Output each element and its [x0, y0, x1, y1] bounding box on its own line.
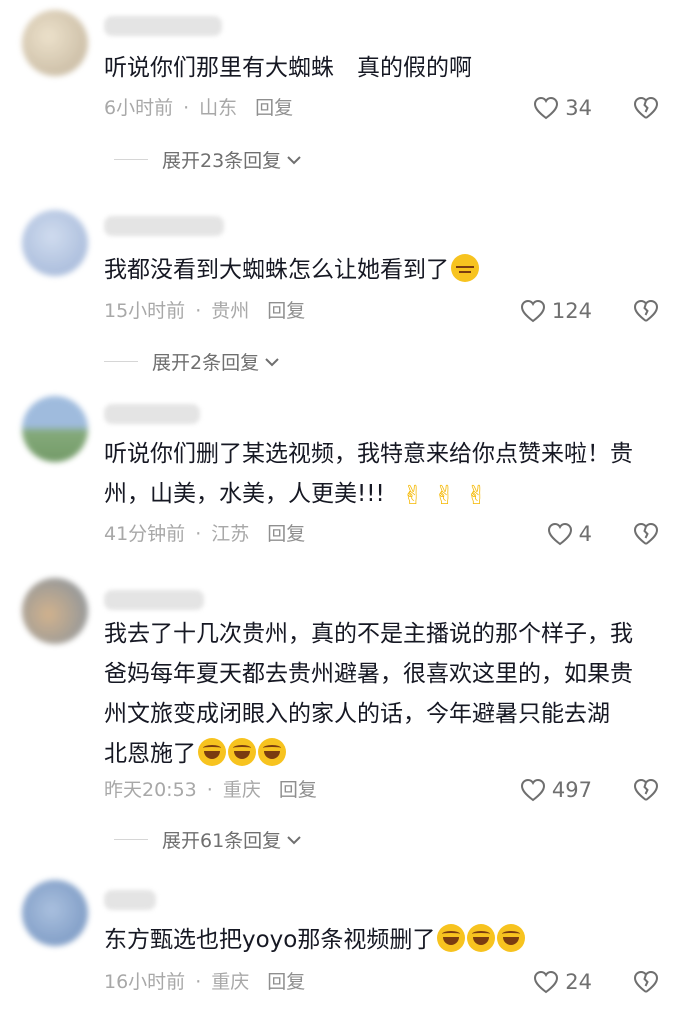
reply-button[interactable]: 回复 [267, 295, 305, 327]
broken-heart-icon [633, 522, 659, 545]
comment-location: 重庆 [222, 779, 261, 801]
broken-heart-icon [633, 96, 659, 119]
expand-replies-button[interactable]: 展开23条回复 [114, 146, 303, 173]
dislike-button[interactable] [632, 774, 660, 806]
dislike-button[interactable] [632, 966, 660, 998]
dislike-button[interactable] [632, 92, 660, 124]
heart-outline-icon [520, 299, 545, 323]
expand-replies-button[interactable]: 展开61条回复 [114, 826, 303, 853]
comment-time: 41分钟前 [104, 523, 186, 545]
heart-outline-icon [534, 970, 559, 994]
finger-heart-emoji: ✌ [433, 481, 456, 511]
comment-text: 听说你们那里有大蜘蛛 真的假的啊 [104, 55, 472, 81]
comment-text-content: 东方甄选也把yoyo那条视频删了 [104, 927, 436, 953]
chevron-down-icon [287, 155, 301, 164]
like-button[interactable]: 124 [520, 295, 592, 327]
comment-location: 江苏 [211, 523, 250, 545]
avatar[interactable] [22, 396, 88, 462]
like-count: 124 [551, 299, 592, 323]
comment-location: 贵州 [211, 300, 250, 322]
like-button[interactable]: 4 [547, 518, 592, 550]
broken-heart-icon [633, 299, 659, 322]
expand-label: 展开61条回复 [162, 830, 282, 852]
divider-line [104, 361, 138, 362]
laughing-tears-emoji [497, 924, 526, 952]
like-count: 24 [565, 970, 592, 994]
comment-text-content: 州，山美，水美，人更美!!! [104, 481, 385, 507]
avatar[interactable] [22, 10, 88, 76]
heart-outline-icon [534, 96, 559, 120]
divider-line [114, 839, 148, 840]
comment-text: 听说你们删了某选视频，我特意来给你点赞来啦！贵 州，山美，水美，人更美!!! ✌… [104, 434, 674, 516]
laughing-tears-emoji [228, 738, 256, 766]
separator-dot: · [195, 971, 202, 993]
avatar[interactable] [22, 578, 88, 644]
like-count: 4 [578, 522, 592, 546]
comment-text: 我都没看到大蜘蛛怎么让她看到了 [104, 250, 674, 290]
laughing-tears-emoji [437, 924, 466, 952]
comment-meta: 41分钟前 · 江苏 回复 [104, 518, 305, 550]
comment-meta: 昨天20:53 · 重庆 回复 [104, 774, 317, 806]
laughing-tears-emoji [198, 738, 226, 766]
chevron-down-icon [265, 357, 279, 366]
avatar[interactable] [22, 880, 88, 946]
username-blurred[interactable] [104, 216, 224, 236]
finger-heart-emoji: ✌ [465, 481, 488, 511]
comment-text-line: 州文旅变成闭眼入的家人的话，今年避暑只能去湖 [104, 701, 610, 727]
like-button[interactable]: 34 [533, 92, 592, 124]
separator-dot: · [206, 779, 213, 801]
separator-dot: · [183, 97, 190, 119]
laughing-tears-emoji [467, 924, 496, 952]
avatar[interactable] [22, 210, 88, 276]
finger-heart-emoji: ✌ [401, 481, 424, 511]
like-button[interactable]: 497 [520, 774, 592, 806]
comment-text-line: 我去了十几次贵州，真的不是主播说的那个样子，我 [104, 621, 633, 647]
expand-replies-button[interactable]: 展开2条回复 [104, 348, 281, 375]
unamused-emoji [451, 254, 479, 282]
comment-location: 重庆 [211, 971, 250, 993]
reply-button[interactable]: 回复 [267, 966, 305, 998]
username-blurred[interactable] [104, 590, 204, 610]
like-count: 34 [565, 96, 592, 120]
comment-text-content: 北恩施了 [104, 741, 196, 767]
username-blurred[interactable] [104, 890, 156, 910]
reply-button[interactable]: 回复 [255, 92, 293, 124]
reply-button[interactable]: 回复 [267, 518, 305, 550]
expand-label: 展开2条回复 [152, 352, 260, 374]
divider-line [114, 159, 148, 160]
username-blurred[interactable] [104, 16, 222, 36]
comment-meta: 15小时前 · 贵州 回复 [104, 295, 305, 327]
broken-heart-icon [633, 778, 659, 801]
comment-meta: 16小时前 · 重庆 回复 [104, 966, 305, 998]
like-button[interactable]: 24 [533, 966, 592, 998]
reply-button[interactable]: 回复 [279, 774, 317, 806]
comment-location: 山东 [199, 97, 238, 119]
broken-heart-icon [633, 970, 659, 993]
chevron-down-icon [287, 835, 301, 844]
comment-time: 6小时前 [104, 97, 174, 119]
comment-text-line: 听说你们删了某选视频，我特意来给你点赞来啦！贵 [104, 441, 633, 467]
comment-text-line: 爸妈每年夏天都去贵州避暑，很喜欢这里的，如果贵 [104, 661, 633, 687]
username-blurred[interactable] [104, 404, 200, 424]
comment-time: 昨天20:53 [104, 779, 197, 801]
separator-dot: · [195, 300, 202, 322]
heart-outline-icon [547, 522, 572, 546]
laughing-tears-emoji [258, 738, 286, 766]
separator-dot: · [195, 523, 202, 545]
comment-text-line-2: 州，山美，水美，人更美!!! ✌ ✌ ✌ [104, 474, 674, 516]
dislike-button[interactable] [632, 295, 660, 327]
comment-time: 16小时前 [104, 971, 186, 993]
comment-time: 15小时前 [104, 300, 186, 322]
comment-text: 我去了十几次贵州，真的不是主播说的那个样子，我 爸妈每年夏天都去贵州避暑，很喜欢… [104, 614, 674, 774]
comment-text-line-4: 北恩施了 [104, 734, 674, 774]
heart-outline-icon [520, 778, 545, 802]
comment-text: 东方甄选也把yoyo那条视频删了 [104, 920, 674, 960]
dislike-button[interactable] [632, 518, 660, 550]
comment-meta: 6小时前 · 山东 回复 [104, 92, 293, 124]
comment-text-content: 我都没看到大蜘蛛怎么让她看到了 [104, 257, 449, 283]
like-count: 497 [551, 778, 592, 802]
expand-label: 展开23条回复 [162, 150, 282, 172]
